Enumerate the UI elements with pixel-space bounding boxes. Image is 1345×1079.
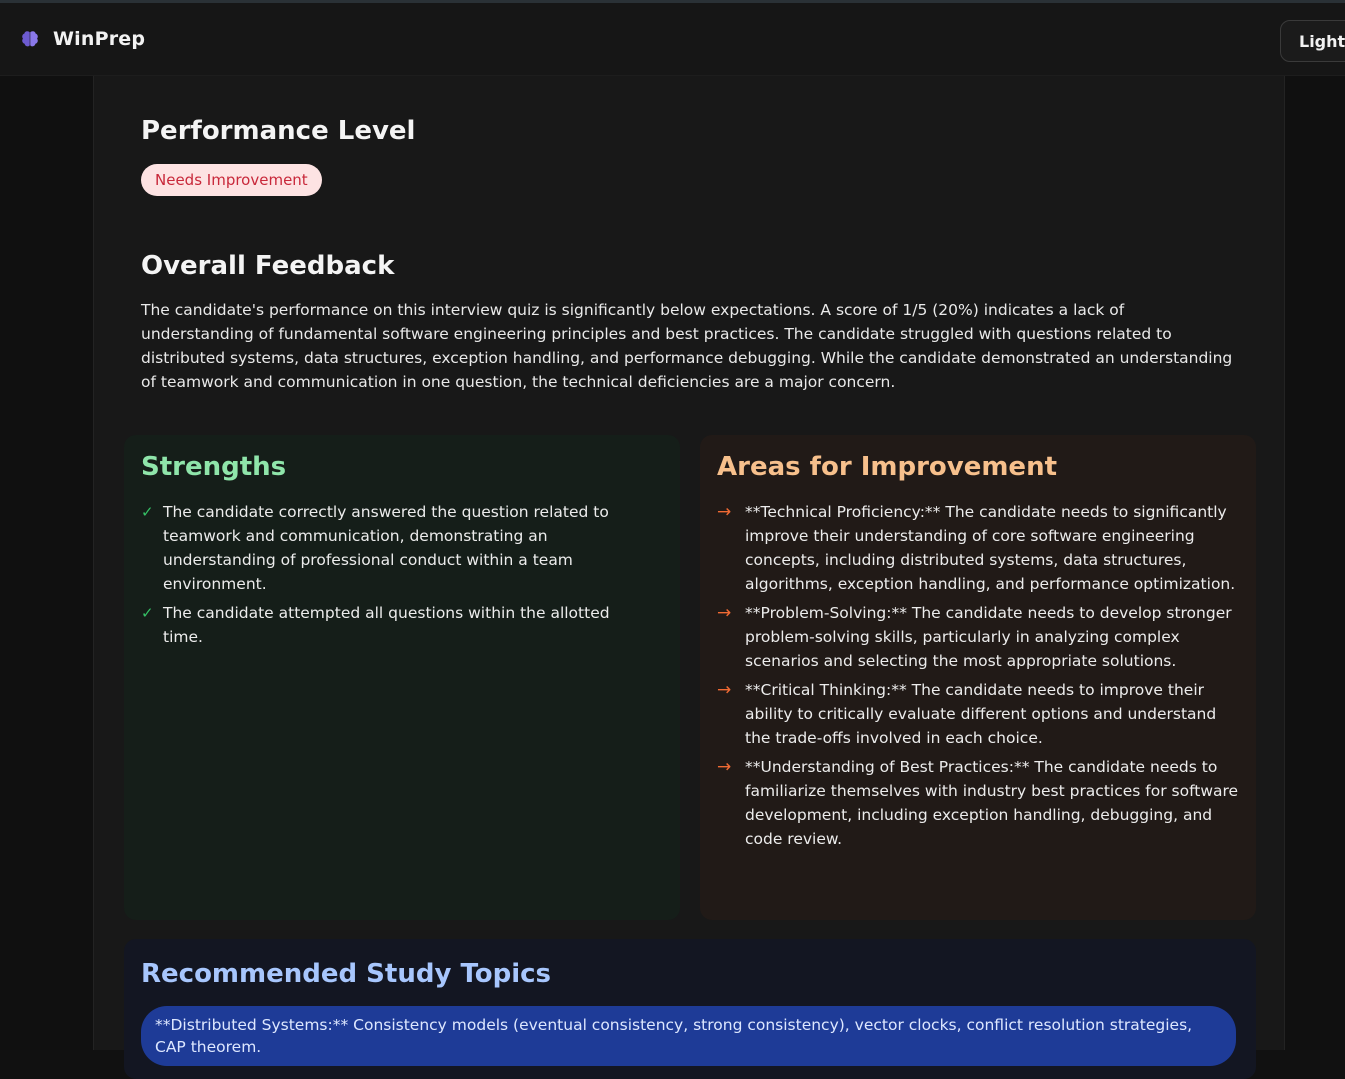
improvement-item-text: **Critical Thinking:** The candidate nee… <box>745 681 1217 747</box>
performance-status-badge: Needs Improvement <box>141 164 322 196</box>
overall-feedback-heading: Overall Feedback <box>141 251 395 281</box>
arrow-right-icon: → <box>717 502 732 522</box>
improvement-item-text: **Technical Proficiency:** The candidate… <box>745 503 1236 593</box>
strength-item: ✓ The candidate correctly answered the q… <box>141 500 651 596</box>
check-icon: ✓ <box>141 503 154 521</box>
theme-toggle-button[interactable]: Light <box>1280 20 1345 62</box>
brain-logo-icon <box>22 31 38 47</box>
arrow-right-icon: → <box>717 757 732 777</box>
strength-item-text: The candidate correctly answered the que… <box>163 503 609 593</box>
improvement-item-text: **Problem-Solving:** The candidate needs… <box>745 604 1232 670</box>
areas-for-improvement-card: Areas for Improvement → **Technical Prof… <box>700 435 1256 920</box>
top-navigation-bar: WinPrep Light <box>0 0 1345 76</box>
brand-logo-link[interactable]: WinPrep <box>19 28 145 50</box>
areas-for-improvement-heading: Areas for Improvement <box>717 452 1058 482</box>
improvement-item: → **Technical Proficiency:** The candida… <box>717 500 1242 596</box>
study-topic-item: **Distributed Systems:** Consistency mod… <box>141 1006 1236 1066</box>
strength-item-text: The candidate attempted all questions wi… <box>163 604 610 646</box>
improvement-item-text: **Understanding of Best Practices:** The… <box>745 758 1239 848</box>
overall-feedback-text: The candidate's performance on this inte… <box>141 301 1233 391</box>
recommended-study-topics-card: Recommended Study Topics **Distributed S… <box>124 939 1256 1079</box>
improvement-item: → **Problem-Solving:** The candidate nee… <box>717 601 1242 673</box>
strengths-heading: Strengths <box>141 452 287 482</box>
strengths-card: Strengths ✓ The candidate correctly answ… <box>124 435 680 920</box>
recommended-study-topics-heading: Recommended Study Topics <box>141 959 551 989</box>
arrow-right-icon: → <box>717 680 732 700</box>
strength-item: ✓ The candidate attempted all questions … <box>141 601 651 649</box>
improvement-item: → **Understanding of Best Practices:** T… <box>717 755 1242 851</box>
arrow-right-icon: → <box>717 603 732 623</box>
check-icon: ✓ <box>141 604 154 622</box>
brand-name: WinPrep <box>53 28 146 50</box>
strengths-list: ✓ The candidate correctly answered the q… <box>141 500 651 654</box>
performance-level-heading: Performance Level <box>141 116 416 146</box>
improvement-item: → **Critical Thinking:** The candidate n… <box>717 678 1242 750</box>
improvement-list: → **Technical Proficiency:** The candida… <box>717 500 1242 856</box>
